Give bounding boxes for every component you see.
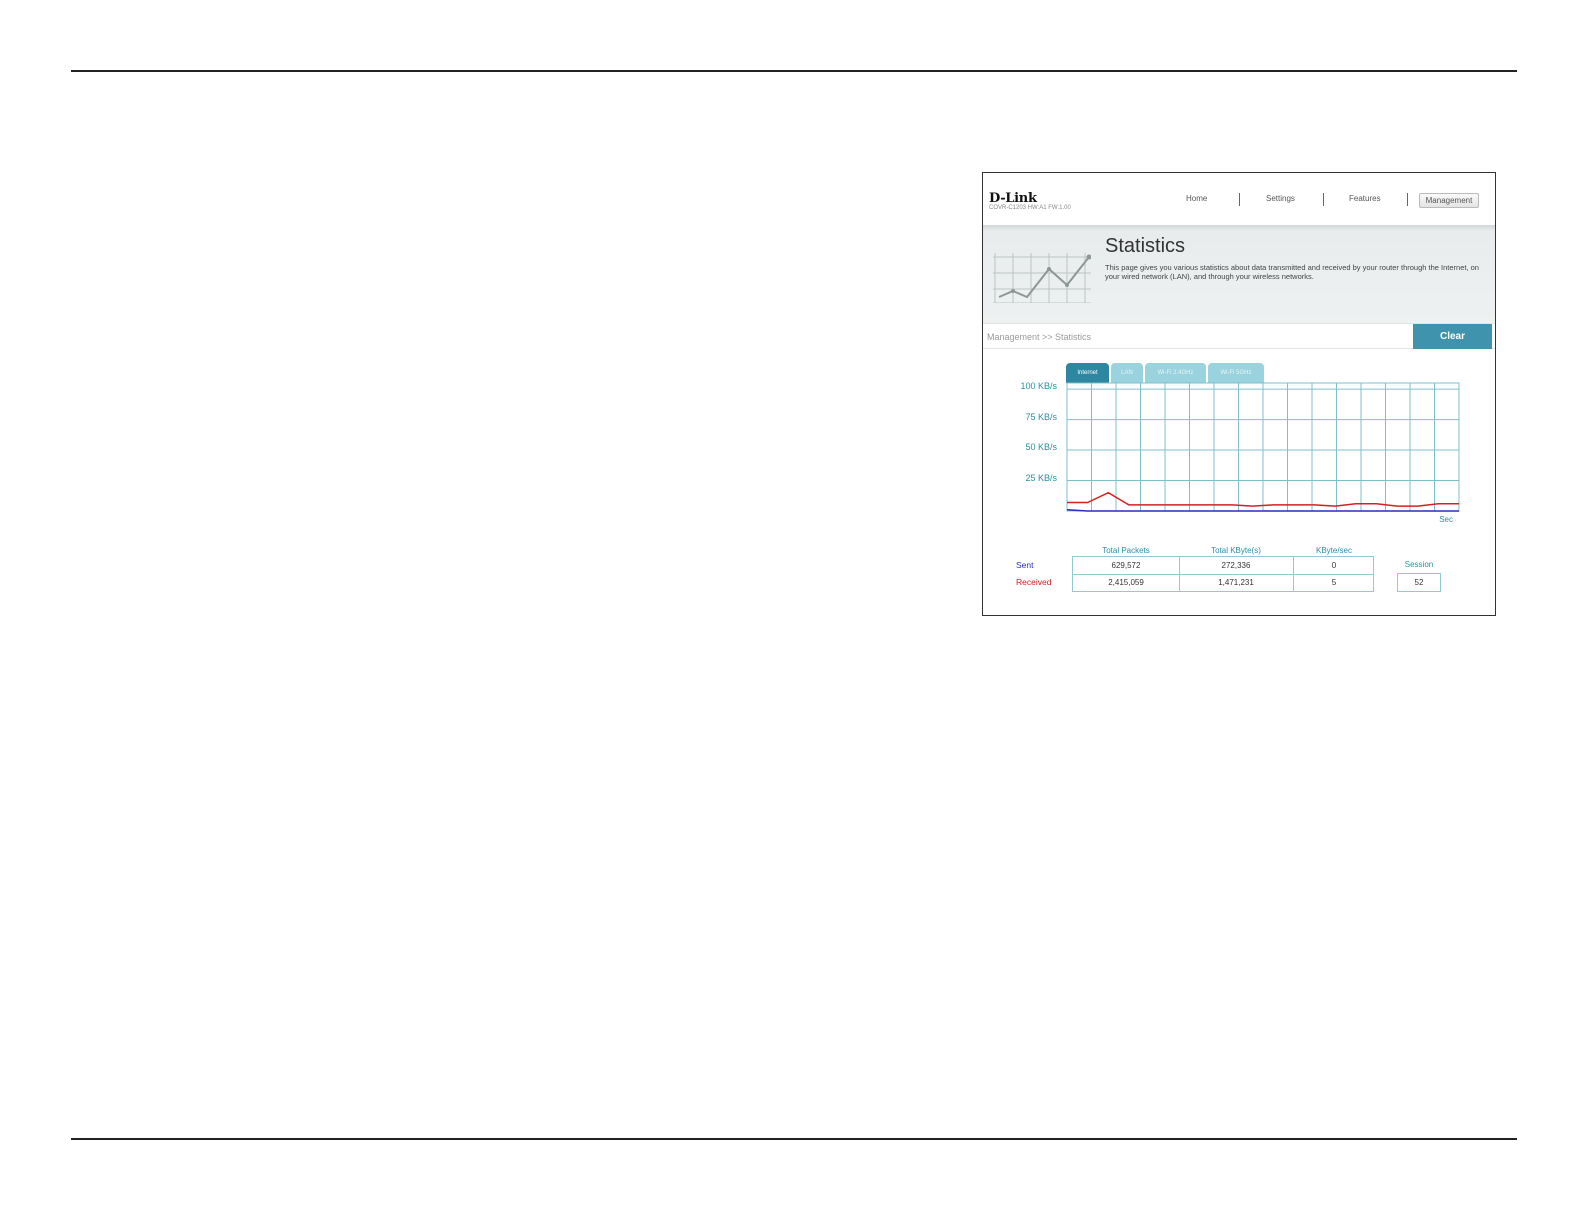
sent-kbyte-sec: 0 <box>1331 561 1337 570</box>
bottom-rule <box>71 1138 1517 1140</box>
row-label-sent: Sent <box>1016 560 1034 570</box>
top-rule <box>71 70 1517 72</box>
row-label-received: Received <box>1016 577 1052 587</box>
session-label: Session <box>1404 560 1434 569</box>
header-kbyte-sec: KByte/sec <box>1315 546 1352 555</box>
sent-total-packets: 629,572 <box>1111 561 1141 570</box>
header-total-kbytes: Total KByte(s) <box>1211 546 1261 555</box>
header-total-packets: Total Packets <box>1102 546 1150 555</box>
sent-total-kbytes: 272,336 <box>1221 561 1251 570</box>
received-total-packets: 2,415,059 <box>1108 578 1144 587</box>
received-total-kbytes: 1,471,231 <box>1218 578 1254 587</box>
router-screenshot: D-Link COVR-C1203 HW:A1 FW:1.00 Home Set… <box>982 172 1496 616</box>
received-kbyte-sec: 5 <box>1331 578 1337 587</box>
session-value: 52 <box>1397 573 1441 592</box>
